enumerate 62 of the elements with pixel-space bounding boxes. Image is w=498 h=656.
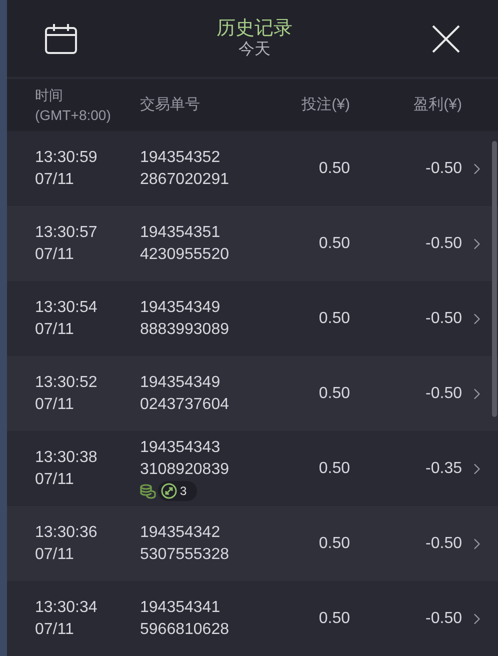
close-icon[interactable] xyxy=(432,24,460,53)
scrollbar-thumb[interactable] xyxy=(492,141,497,417)
trade-time: 13:30:59 xyxy=(35,148,98,168)
arrows-circle-icon xyxy=(161,482,177,498)
trade-date: 07/11 xyxy=(35,620,75,640)
column-header: 交易单号 xyxy=(140,96,200,114)
column-header: 盈利(¥) xyxy=(414,96,462,114)
history-row[interactable]: 13:30:52 07/11 194354349 0243737604 0.50 -0.50 xyxy=(7,356,498,431)
profit-amount: -0.50 xyxy=(426,534,462,552)
order-number: 0243737604 xyxy=(140,394,230,414)
order-number: 194354349 xyxy=(140,298,222,318)
trade-date: 07/11 xyxy=(35,170,75,190)
order-number: 2867020291 xyxy=(140,170,230,190)
profit-amount: -0.50 xyxy=(426,384,462,402)
bet-amount: 0.50 xyxy=(318,310,350,326)
bet-amount: 0.50 xyxy=(318,234,350,252)
order-number: 3108920839 xyxy=(140,460,230,480)
history-row[interactable]: 13:30:57 07/11 194354351 4230955520 0.50 -0.50 xyxy=(7,206,498,281)
column-header: (GMT+8:00) xyxy=(35,106,110,126)
trade-date: 07/11 xyxy=(35,244,75,264)
trade-time: 13:30:36 xyxy=(35,522,98,542)
history-row[interactable]: 13:30:38 07/11 194354343 3108920839 3 0.50 -0.35 xyxy=(7,431,498,506)
history-row[interactable]: 13:30:54 07/11 194354349 8883993089 0.50 -0.50 xyxy=(7,281,498,356)
order-number: 8883993089 xyxy=(140,320,230,340)
bet-amount: 0.50 xyxy=(318,460,350,476)
trade-date: 07/11 xyxy=(35,394,75,414)
trade-date: 07/11 xyxy=(35,470,75,490)
history-row[interactable]: 13:30:59 07/11 194354352 2867020291 0.50 -0.50 xyxy=(7,131,498,206)
order-number: 194354349 xyxy=(140,372,222,392)
trade-time: 13:30:54 xyxy=(35,298,98,318)
history-row[interactable]: 13:30:34 07/11 194354341 5966810628 0.50 -0.50 xyxy=(7,581,498,656)
order-number: 194354351 xyxy=(140,222,222,242)
trade-time: 13:30:52 xyxy=(35,372,98,392)
date-subtitle: 今天 xyxy=(238,40,270,60)
column-header: 时间 xyxy=(35,86,64,106)
bet-amount: 0.50 xyxy=(318,384,350,402)
profit-amount: -0.50 xyxy=(426,234,462,252)
bet-amount: 0.50 xyxy=(318,160,350,176)
coins-icon xyxy=(140,482,156,498)
trade-date: 07/11 xyxy=(35,544,75,564)
order-number: 194354343 xyxy=(140,438,222,458)
bet-amount: 0.50 xyxy=(318,610,350,626)
trade-date: 07/11 xyxy=(35,320,75,340)
calendar-icon[interactable] xyxy=(45,24,77,54)
trade-time: 13:30:34 xyxy=(35,598,98,618)
profit-amount: -0.50 xyxy=(426,610,462,626)
profit-amount: -0.50 xyxy=(426,310,462,326)
bet-amount: 0.50 xyxy=(318,534,350,552)
order-number: 5966810628 xyxy=(140,620,230,640)
trade-time: 13:30:57 xyxy=(35,222,98,242)
order-number: 194354352 xyxy=(140,148,222,168)
order-number: 194354341 xyxy=(140,598,222,618)
dialog-title: 历史记录 xyxy=(216,18,292,40)
order-number: 4230955520 xyxy=(140,244,230,264)
trade-time: 13:30:38 xyxy=(35,448,98,468)
order-number: 5307555328 xyxy=(140,544,230,564)
history-row[interactable]: 13:30:36 07/11 194354342 5307555328 0.50 -0.50 xyxy=(7,506,498,581)
profit-amount: -0.50 xyxy=(426,160,462,176)
order-number: 194354342 xyxy=(140,522,222,542)
column-header: 投注(¥) xyxy=(302,96,350,114)
badge-count: 3 xyxy=(180,482,187,500)
profit-amount: -0.35 xyxy=(426,460,462,476)
